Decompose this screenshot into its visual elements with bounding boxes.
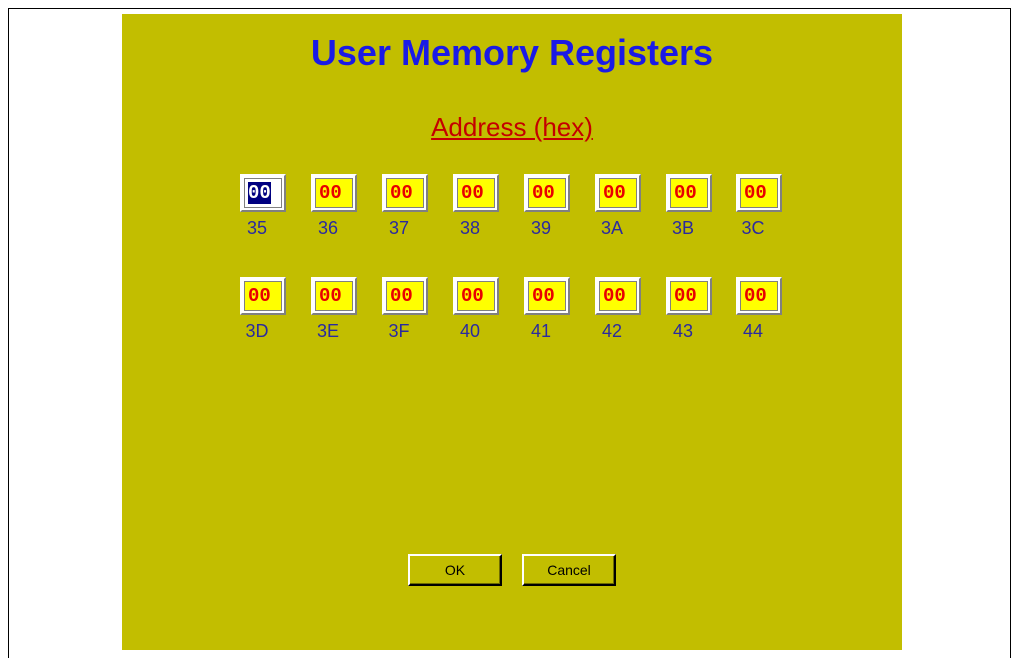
register-value-input[interactable]: 00: [457, 281, 495, 311]
register-field-frame: 00: [382, 277, 428, 315]
register-field-frame: 00: [311, 277, 357, 315]
register-address-label: 35: [246, 218, 268, 238]
register-address-label: 40: [459, 321, 481, 341]
register-address-label: 3D: [245, 321, 269, 341]
register-value-input[interactable]: 00: [599, 281, 637, 311]
register-field-frame: 00: [240, 277, 286, 315]
register-field-frame: 00: [736, 174, 782, 212]
register-value-input[interactable]: 00: [670, 178, 708, 208]
register-3c: 00 3C: [736, 174, 782, 244]
register-address-label: 43: [672, 321, 694, 341]
register-value-input[interactable]: 00: [457, 178, 495, 208]
register-3e: 00 3E: [311, 277, 357, 347]
register-field-frame: 00: [382, 174, 428, 212]
register-field-frame: 00: [666, 174, 712, 212]
register-value-input[interactable]: 00: [386, 178, 424, 208]
cancel-button[interactable]: Cancel: [522, 554, 616, 586]
register-value-input[interactable]: 00: [315, 281, 353, 311]
register-address-label: 39: [530, 218, 552, 238]
register-field-frame: 00: [311, 174, 357, 212]
ok-button[interactable]: OK: [408, 554, 502, 586]
register-field-frame: 00: [524, 277, 570, 315]
register-address-label: 37: [388, 218, 410, 238]
register-field-frame: 00: [524, 174, 570, 212]
register-field-frame: 00: [595, 174, 641, 212]
dialog-title: User Memory Registers: [310, 32, 714, 73]
register-field-frame: 00: [240, 174, 286, 212]
register-field-frame: 00: [453, 174, 499, 212]
register-address-label: 36: [317, 218, 339, 238]
user-memory-registers-dialog: User Memory Registers Address (hex) 00 3…: [122, 14, 902, 650]
register-address-label: 42: [601, 321, 623, 341]
register-value-input[interactable]: 00: [386, 281, 424, 311]
register-36: 00 36: [311, 174, 357, 244]
register-39: 00 39: [524, 174, 570, 244]
register-40: 00 40: [453, 277, 499, 347]
register-address-label: 3F: [388, 321, 410, 341]
register-3b: 00 3B: [666, 174, 712, 244]
register-3d: 00 3D: [240, 277, 286, 347]
register-value-input[interactable]: 00: [599, 178, 637, 208]
register-field-frame: 00: [453, 277, 499, 315]
register-value-input[interactable]: 00: [244, 281, 282, 311]
address-header: Address (hex): [431, 112, 593, 142]
register-41: 00 41: [524, 277, 570, 347]
register-43: 00 43: [666, 277, 712, 347]
register-value-input[interactable]: 00: [528, 281, 566, 311]
register-address-label: 41: [530, 321, 552, 341]
register-address-label: 3A: [600, 218, 624, 238]
register-35: 00 35: [240, 174, 286, 244]
register-value-input[interactable]: 00: [315, 178, 353, 208]
register-value-text: 00: [248, 182, 271, 204]
register-37: 00 37: [382, 174, 428, 244]
register-address-label: 3B: [671, 218, 695, 238]
register-address-label: 38: [459, 218, 481, 238]
register-address-label: 3C: [741, 218, 765, 238]
register-value-input[interactable]: 00: [670, 281, 708, 311]
register-value-input[interactable]: 00: [528, 178, 566, 208]
register-value-input[interactable]: 00: [740, 281, 778, 311]
register-value-input[interactable]: 00: [244, 178, 282, 208]
register-3f: 00 3F: [382, 277, 428, 347]
register-address-label: 44: [742, 321, 764, 341]
register-field-frame: 00: [595, 277, 641, 315]
register-44: 00 44: [736, 277, 782, 347]
register-3a: 00 3A: [595, 174, 641, 244]
register-address-label: 3E: [316, 321, 340, 341]
register-field-frame: 00: [666, 277, 712, 315]
register-field-frame: 00: [736, 277, 782, 315]
register-value-input[interactable]: 00: [740, 178, 778, 208]
register-42: 00 42: [595, 277, 641, 347]
register-38: 00 38: [453, 174, 499, 244]
